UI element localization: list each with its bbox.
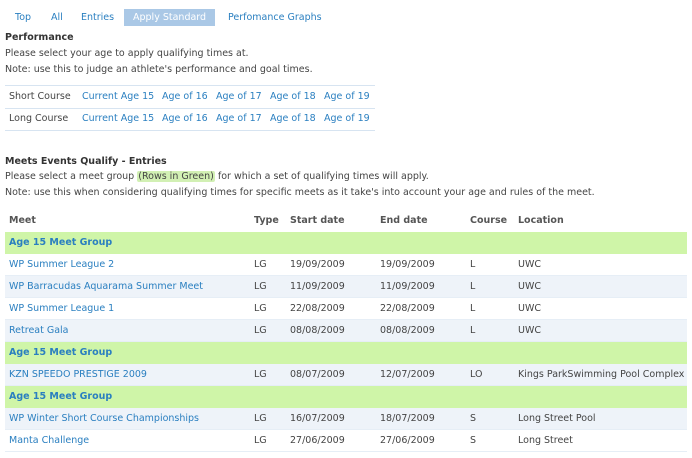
- column-header-course: Course: [470, 215, 508, 226]
- meet-group-row[interactable]: Age 15 Meet Group: [5, 232, 687, 254]
- meet-end-date: 19/09/2009: [380, 259, 435, 270]
- short-course-age-17-link[interactable]: Age of 17: [216, 86, 262, 108]
- meets-title: Meets Events Qualify - Entries: [5, 156, 167, 167]
- meet-end-date: 18/07/2009: [380, 413, 435, 424]
- long-course-age-18-link[interactable]: Age of 18: [270, 108, 316, 130]
- meet-type: LG: [254, 435, 267, 446]
- meet-start-date: 08/07/2009: [290, 369, 345, 380]
- meet-row: WP Winter Short Course Championships LG …: [5, 408, 687, 430]
- column-header-start-date: Start date: [290, 215, 345, 226]
- column-header-type: Type: [254, 215, 279, 226]
- meets-note: Note: use this when considering qualifyi…: [5, 187, 595, 198]
- meet-end-date: 27/06/2009: [380, 435, 435, 446]
- column-header-end-date: End date: [380, 215, 428, 226]
- meet-course: L: [470, 281, 476, 292]
- long-course-row: Long Course Current Age 15 Age of 16 Age…: [5, 108, 375, 131]
- meet-start-date: 08/08/2009: [290, 325, 345, 336]
- meet-end-date: 12/07/2009: [380, 369, 435, 380]
- meet-course: L: [470, 259, 476, 270]
- meet-course: L: [470, 325, 476, 336]
- meet-start-date: 11/09/2009: [290, 281, 345, 292]
- performance-note: Note: use this to judge an athlete's per…: [5, 64, 313, 75]
- meet-location: Long Street: [518, 435, 573, 446]
- tab-top[interactable]: Top: [15, 9, 31, 26]
- meet-name-link[interactable]: WP Winter Short Course Championships: [9, 408, 199, 430]
- meet-name-link[interactable]: WP Summer League 2: [9, 254, 114, 276]
- long-course-age-19-link[interactable]: Age of 19: [324, 108, 370, 130]
- meet-start-date: 22/08/2009: [290, 303, 345, 314]
- meet-end-date: 11/09/2009: [380, 281, 435, 292]
- short-course-age-19-link[interactable]: Age of 19: [324, 86, 370, 108]
- meet-name-link[interactable]: WP Summer League 1: [9, 298, 114, 320]
- long-course-age-17-link[interactable]: Age of 17: [216, 108, 262, 130]
- meet-location: UWC: [518, 281, 541, 292]
- meets-instructions-start: Please select a meet group: [5, 171, 138, 182]
- meet-type: LG: [254, 281, 267, 292]
- meet-start-date: 27/06/2009: [290, 435, 345, 446]
- short-course-row: Short Course Current Age 15 Age of 16 Ag…: [5, 85, 375, 109]
- meet-type: LG: [254, 303, 267, 314]
- performance-title: Performance: [5, 32, 74, 43]
- meet-type: LG: [254, 413, 267, 424]
- short-course-current-age-15-link[interactable]: Current Age 15: [82, 86, 154, 108]
- meet-row: KZN SPEEDO PRESTIGE 2009 LG 08/07/2009 1…: [5, 364, 687, 386]
- meet-location: Kings ParkSwimming Pool Complex: [518, 369, 685, 380]
- meet-name-link[interactable]: WP Barracudas Aquarama Summer Meet: [9, 276, 203, 298]
- meet-course: S: [470, 435, 477, 446]
- meet-group-label: Age 15 Meet Group: [9, 391, 113, 402]
- tab-entries[interactable]: Entries: [81, 9, 114, 26]
- performance-instructions: Please select your age to apply qualifyi…: [5, 48, 249, 59]
- meet-location: UWC: [518, 303, 541, 314]
- meet-group-label: Age 15 Meet Group: [9, 237, 113, 248]
- meet-group-row[interactable]: Age 15 Meet Group: [5, 342, 687, 364]
- meets-instructions: Please select a meet group (Rows in Gree…: [5, 171, 429, 182]
- meet-type: LG: [254, 325, 267, 336]
- long-course-label: Long Course: [9, 113, 69, 124]
- rows-in-green-highlight: (Rows in Green): [137, 171, 215, 182]
- performance-age-selector: Short Course Current Age 15 Age of 16 Ag…: [5, 85, 375, 131]
- short-course-age-18-link[interactable]: Age of 18: [270, 86, 316, 108]
- meet-row: WP Summer League 1 LG 22/08/2009 22/08/2…: [5, 298, 687, 320]
- meet-group-label: Age 15 Meet Group: [9, 347, 113, 358]
- long-course-current-age-15-link[interactable]: Current Age 15: [82, 108, 154, 130]
- tab-all[interactable]: All: [51, 9, 63, 26]
- meet-end-date: 08/08/2009: [380, 325, 435, 336]
- column-header-meet: Meet: [9, 215, 36, 226]
- meet-course: L: [470, 303, 476, 314]
- meet-location: Long Street Pool: [518, 413, 596, 424]
- meet-location: UWC: [518, 259, 541, 270]
- meet-name-link[interactable]: Retreat Gala: [9, 320, 69, 342]
- short-course-label: Short Course: [9, 91, 71, 102]
- meet-name-link[interactable]: KZN SPEEDO PRESTIGE 2009: [9, 364, 147, 386]
- meet-course: S: [470, 413, 477, 424]
- meet-row: WP Summer League 2 LG 19/09/2009 19/09/2…: [5, 254, 687, 276]
- short-course-age-16-link[interactable]: Age of 16: [162, 86, 208, 108]
- meet-type: LG: [254, 369, 267, 380]
- meet-start-date: 19/09/2009: [290, 259, 345, 270]
- meet-row: Manta Challenge LG 27/06/2009 27/06/2009…: [5, 430, 687, 452]
- meet-name-link[interactable]: Manta Challenge: [9, 430, 89, 452]
- meet-start-date: 16/07/2009: [290, 413, 345, 424]
- tab-apply-standard[interactable]: Apply Standard: [124, 9, 216, 26]
- meet-course: LO: [470, 369, 483, 380]
- meet-end-date: 22/08/2009: [380, 303, 435, 314]
- column-header-location: Location: [518, 215, 564, 226]
- meet-location: UWC: [518, 325, 541, 336]
- meet-type: LG: [254, 259, 267, 270]
- long-course-age-16-link[interactable]: Age of 16: [162, 108, 208, 130]
- meet-row: WP Barracudas Aquarama Summer Meet LG 11…: [5, 276, 687, 298]
- meets-instructions-end: for which a set of qualifying times will…: [214, 171, 429, 182]
- meet-row: Retreat Gala LG 08/08/2009 08/08/2009 L …: [5, 320, 687, 342]
- tab-performance-graphs[interactable]: Perfomance Graphs: [228, 9, 322, 26]
- meet-group-row[interactable]: Age 15 Meet Group: [5, 386, 687, 408]
